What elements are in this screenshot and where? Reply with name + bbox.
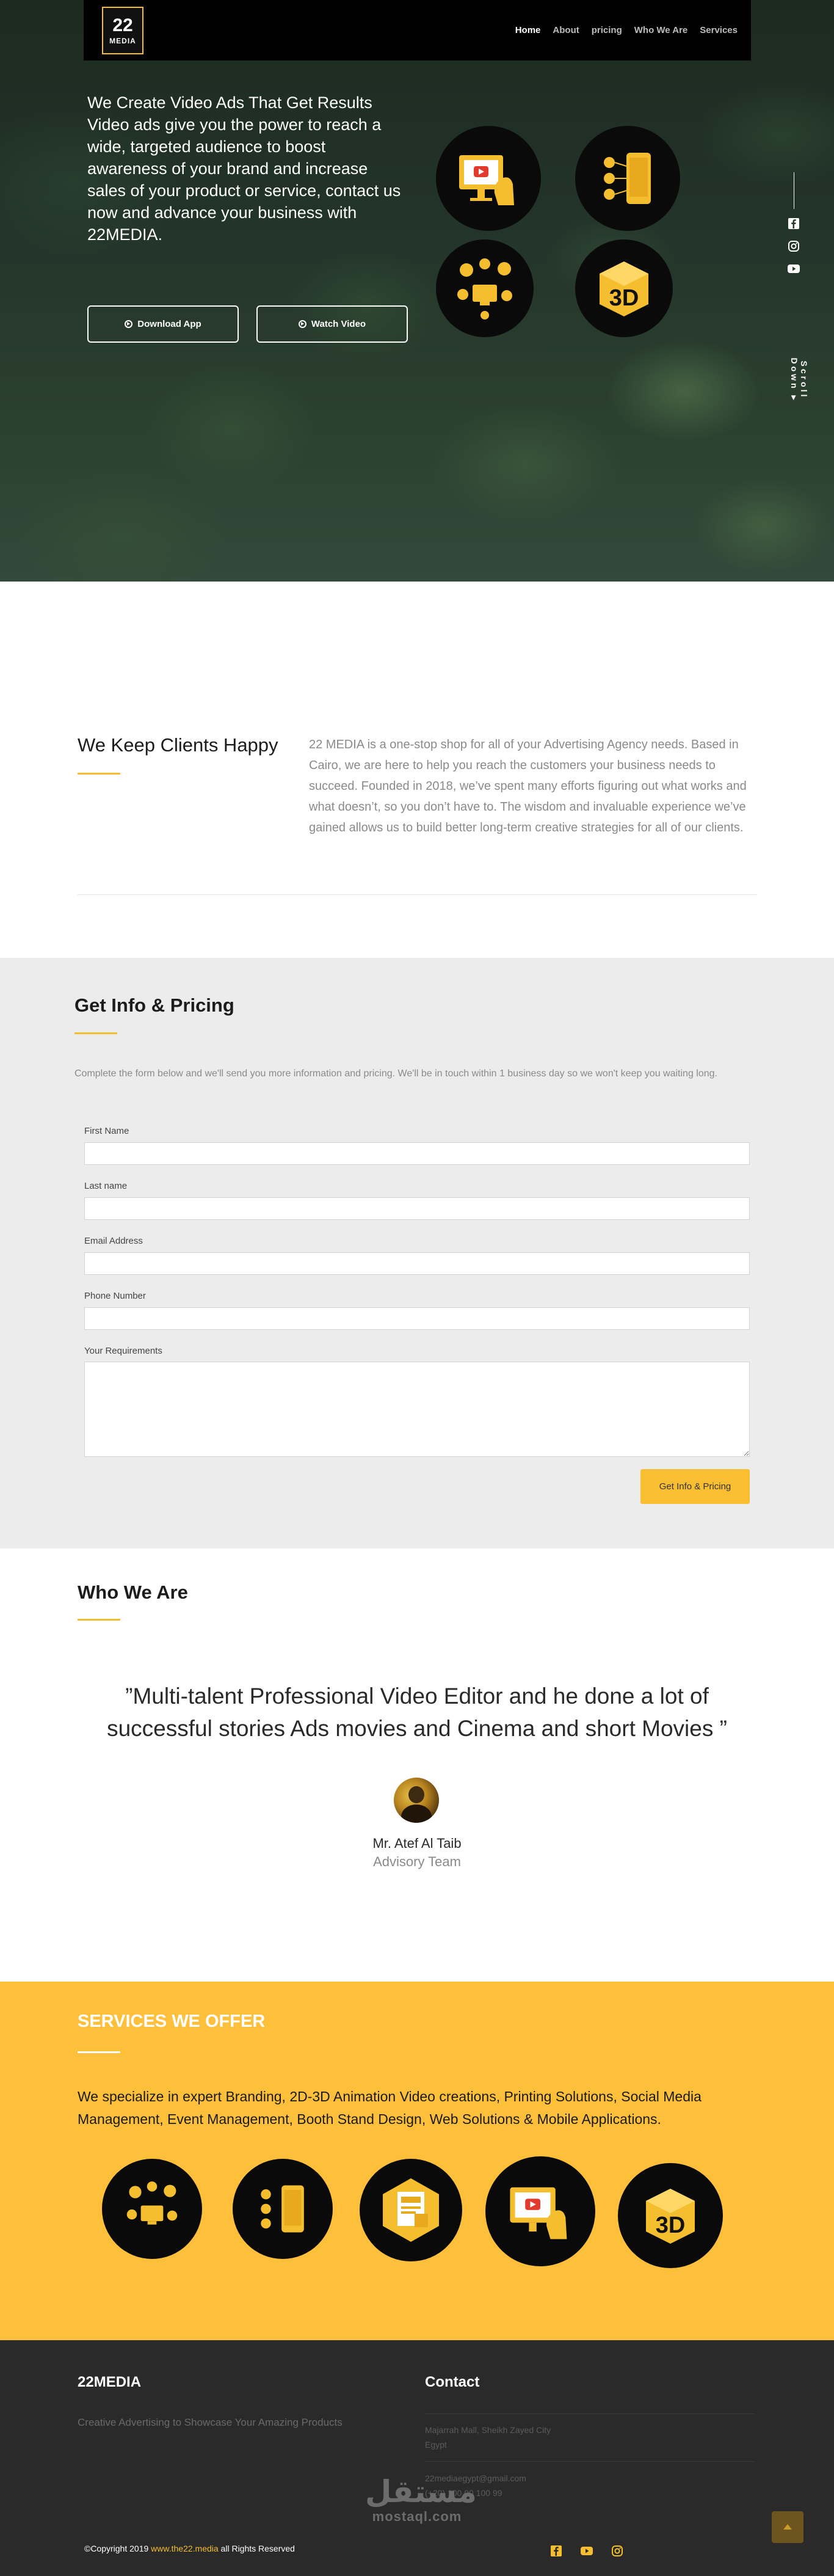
get-info-pricing-button[interactable]: Get Info & Pricing (640, 1469, 750, 1504)
footer-instagram-icon[interactable] (609, 2544, 625, 2558)
svg-text:3D: 3D (656, 2213, 686, 2238)
copyright-text: ©Copyright 2019 www.the22.media all Righ… (84, 2544, 295, 2553)
testimonial-quote: ”Multi-talent Professional Video Editor … (107, 1684, 727, 1741)
person-role: Advisory Team (373, 1854, 461, 1869)
nav-links: Home About pricing Who We Are Services (515, 25, 738, 35)
services-description: We specialize in expert Branding, 2D-3D … (78, 2089, 702, 2127)
person-name: Mr. Atef Al Taib (372, 1836, 462, 1851)
clients-description: 22 MEDIA is a one-stop shop for all of y… (309, 738, 747, 834)
footer-address-line1: Majarrah Mall, Sheikh Zayed City (425, 2425, 551, 2435)
download-app-label: Download App (137, 319, 201, 329)
scroll-down-link[interactable]: Scroll Down ▸ (789, 352, 809, 407)
nav-link-home[interactable]: Home (515, 25, 541, 35)
mostaql-watermark: مستقل mostaql.com (365, 2474, 477, 2525)
about-section: We Keep Clients Happy 22 MEDIA is a one-… (0, 582, 834, 958)
download-app-button[interactable]: Download App (87, 305, 239, 343)
footer-tagline: Creative Advertising to Showcase Your Am… (78, 2417, 343, 2428)
footer-brand: 22MEDIA (78, 2374, 142, 2390)
watermark-latin: mostaql.com (372, 2509, 462, 2524)
chevron-up-icon (783, 2524, 792, 2530)
watch-video-button[interactable]: Watch Video (256, 305, 408, 343)
watermark-arabic: مستقل (365, 2474, 477, 2509)
section-divider (78, 894, 757, 895)
copyright-prefix: ©Copyright 2019 (84, 2544, 151, 2553)
footer-facebook-icon[interactable] (548, 2544, 564, 2558)
email-input[interactable] (84, 1252, 750, 1275)
logo-text: MEDIA (109, 36, 136, 45)
watch-video-label: Watch Video (311, 319, 366, 329)
requirements-label: Your Requirements (84, 1346, 162, 1356)
clients-title: We Keep Clients Happy (78, 734, 278, 756)
site-footer: 22MEDIA Creative Advertising to Showcase… (0, 2340, 834, 2576)
pricing-section: Get Info & Pricing Complete the form bel… (0, 958, 834, 1549)
footer-address-line2: Egypt (425, 2440, 447, 2450)
video-monitor-icon (510, 2187, 567, 2239)
social-network-icon (457, 258, 512, 319)
service-3d-animation: 3D (618, 2163, 723, 2268)
who-we-are-section: Who We Are ”Multi-talent Professional Vi… (0, 1549, 834, 1982)
3d-cube-icon: 3D (600, 261, 648, 316)
mobile-app-icon (261, 2185, 304, 2233)
branding-hexagon-icon (383, 2178, 439, 2242)
who-title: Who We Are (78, 1582, 188, 1603)
phone-label: Phone Number (84, 1291, 146, 1301)
copyright-link[interactable]: www.the22.media (151, 2544, 219, 2553)
copyright-suffix: all Rights Reserved (218, 2544, 295, 2553)
footer-youtube-icon[interactable] (579, 2544, 595, 2558)
mobile-app-illustration (575, 126, 680, 231)
svg-text:3D: 3D (609, 285, 639, 311)
email-label: Email Address (84, 1236, 143, 1246)
first-name-label: First Name (84, 1126, 129, 1136)
services-title: SERVICES WE OFFER (78, 2012, 266, 2031)
facebook-icon[interactable] (786, 216, 801, 231)
social-network-icon (126, 2181, 178, 2225)
service-social-media (102, 2159, 202, 2259)
pricing-description: Complete the form below and we'll send y… (74, 1068, 717, 1079)
title-underline (78, 2051, 120, 2053)
video-monitor-icon (459, 155, 514, 205)
play-icon (125, 320, 133, 328)
youtube-icon[interactable] (786, 261, 801, 276)
back-to-top-button[interactable] (772, 2511, 803, 2543)
phone-input[interactable] (84, 1307, 750, 1330)
social-media-illustration (436, 239, 534, 337)
top-navbar: 22 MEDIA Home About pricing Who We Are S… (84, 0, 751, 60)
service-branding (360, 2159, 462, 2261)
services-section: SERVICES WE OFFER We specialize in exper… (0, 1982, 834, 2340)
first-name-input[interactable] (84, 1142, 750, 1165)
mobile-app-icon (604, 153, 651, 204)
service-video-ads (485, 2156, 595, 2266)
hero-section: 22 MEDIA Home About pricing Who We Are S… (0, 0, 834, 582)
nav-link-who-we-are[interactable]: Who We Are (634, 25, 688, 35)
service-mobile-apps (233, 2159, 333, 2259)
video-monitor-illustration (436, 126, 541, 231)
nav-link-pricing[interactable]: pricing (592, 25, 622, 35)
footer-divider (425, 2461, 755, 2462)
3d-animation-illustration: 3D (575, 239, 673, 337)
last-name-label: Last name (84, 1181, 128, 1191)
brand-logo[interactable]: 22 MEDIA (102, 6, 143, 54)
play-icon (298, 320, 306, 328)
title-underline (78, 1619, 120, 1621)
title-underline (78, 773, 120, 775)
logo-number: 22 (112, 15, 133, 35)
last-name-input[interactable] (84, 1197, 750, 1220)
instagram-icon[interactable] (786, 239, 801, 254)
nav-link-services[interactable]: Services (700, 25, 738, 35)
nav-link-about[interactable]: About (553, 25, 579, 35)
hero-headline: We Create Video Ads That Get Results Vid… (87, 93, 401, 244)
3d-cube-icon: 3D (646, 2189, 695, 2244)
avatar (394, 1778, 439, 1823)
pricing-title: Get Info & Pricing (74, 994, 234, 1016)
footer-contact-title: Contact (425, 2374, 480, 2390)
title-underline (74, 1032, 117, 1034)
scroll-down-label: Scroll Down (789, 357, 809, 400)
requirements-textarea[interactable] (84, 1362, 750, 1457)
